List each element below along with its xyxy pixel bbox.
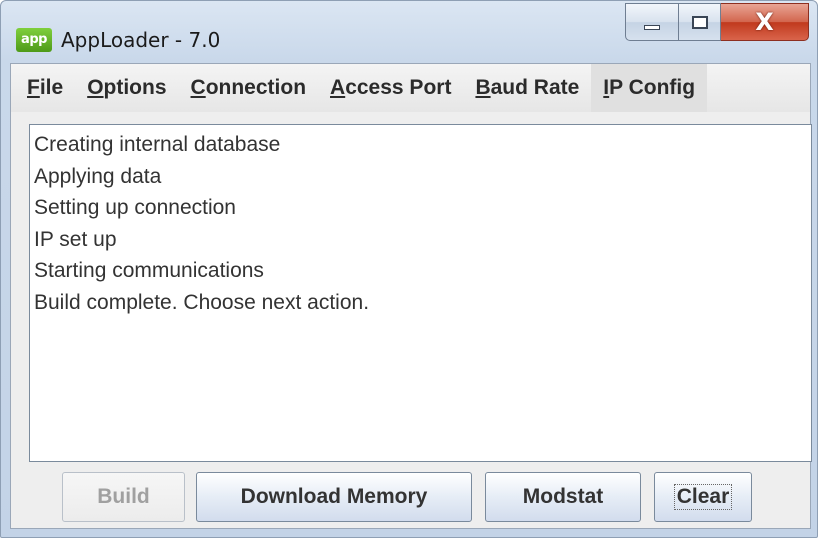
log-line: Creating internal database xyxy=(34,133,281,156)
log-line: Setting up connection xyxy=(34,196,236,219)
window-controls: X xyxy=(625,3,809,41)
menu-ip-config[interactable]: IP Config xyxy=(591,64,708,112)
title-bar[interactable]: app AppLoader - 7.0 X xyxy=(1,1,817,63)
action-buttons: Build Download Memory Modstat Clear xyxy=(11,472,810,522)
clear-button[interactable]: Clear xyxy=(654,472,752,522)
modstat-button[interactable]: Modstat xyxy=(485,472,641,522)
build-button-label: Build xyxy=(97,485,150,508)
maximize-icon xyxy=(691,15,708,29)
window-title: AppLoader - 7.0 xyxy=(61,28,221,52)
app-icon: app xyxy=(16,28,52,52)
output-log[interactable]: Creating internal database Applying data… xyxy=(29,124,812,462)
minimize-button[interactable] xyxy=(625,3,679,41)
log-line: Applying data xyxy=(34,164,162,188)
close-button[interactable]: X xyxy=(721,3,809,41)
menu-bar: File Options Connection Access Port Baud… xyxy=(11,64,810,112)
menu-baud-rate[interactable]: Baud Rate xyxy=(463,64,591,112)
app-window: app AppLoader - 7.0 X File Options Conne… xyxy=(0,0,818,538)
download-memory-button[interactable]: Download Memory xyxy=(196,472,472,522)
log-line: Build complete. Choose next action. xyxy=(34,290,370,314)
close-icon: X xyxy=(755,8,774,36)
maximize-button[interactable] xyxy=(679,3,721,41)
menu-access-port[interactable]: Access Port xyxy=(318,64,463,112)
clear-button-label: Clear xyxy=(673,484,733,510)
log-line: Starting communications xyxy=(34,259,264,282)
menu-options[interactable]: Options xyxy=(75,64,178,112)
minimize-icon xyxy=(644,24,660,30)
log-line: IP set up xyxy=(34,227,117,251)
menu-connection[interactable]: Connection xyxy=(179,64,319,112)
download-memory-button-label: Download Memory xyxy=(240,485,428,508)
build-button[interactable]: Build xyxy=(62,472,185,522)
client-area: File Options Connection Access Port Baud… xyxy=(10,63,812,529)
modstat-button-label: Modstat xyxy=(522,485,604,508)
menu-file[interactable]: File xyxy=(15,64,75,112)
